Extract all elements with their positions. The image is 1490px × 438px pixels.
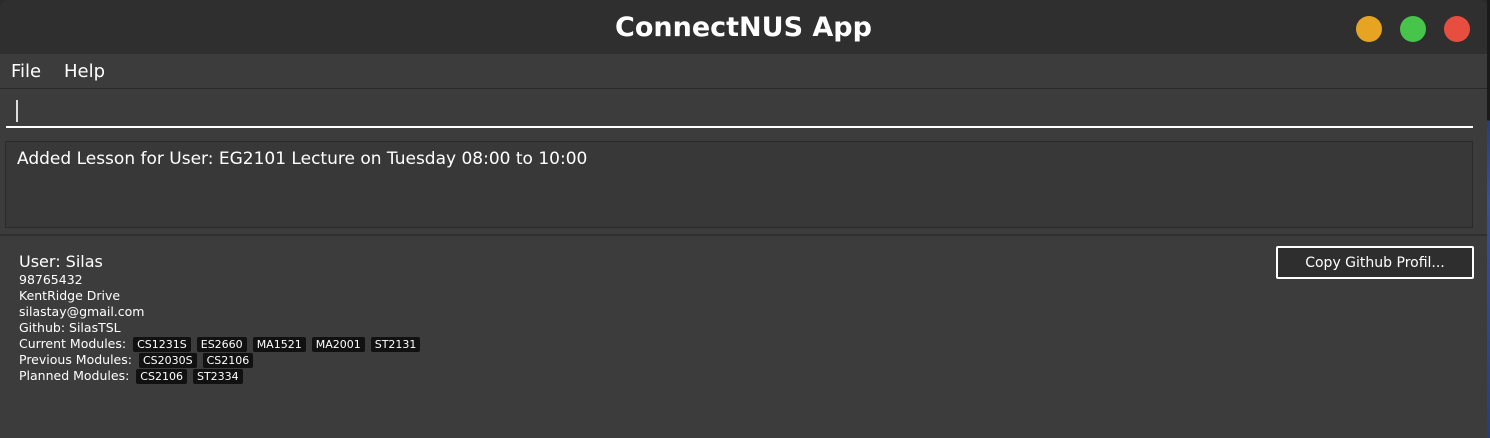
user-address: KentRidge Drive <box>19 288 121 303</box>
user-email: silastay@gmail.com <box>19 304 145 319</box>
menu-help[interactable]: Help <box>64 61 105 82</box>
user-profile-panel: User: Silas 98765432 KentRidge Drive sil… <box>0 236 1487 438</box>
title-bar[interactable]: ConnectNUS App <box>0 0 1487 54</box>
maximize-icon[interactable] <box>1400 16 1426 42</box>
previous-modules-row: Previous Modules: CS2030S CS2106 <box>19 352 259 368</box>
module-tag: ST2131 <box>370 337 421 352</box>
planned-modules-row: Planned Modules: CS2106 ST2334 <box>19 368 249 384</box>
module-tag: CS2106 <box>136 369 187 384</box>
module-tag: MA2001 <box>311 337 365 352</box>
current-modules-tags: CS1231S ES2660 MA1521 MA2001 ST2131 <box>133 336 426 352</box>
minimize-icon[interactable] <box>1356 16 1382 42</box>
app-window: ConnectNUS App File Help Added Lesson fo… <box>0 0 1487 438</box>
command-input[interactable] <box>6 90 1473 128</box>
user-name: User: Silas <box>19 252 103 271</box>
window-title: ConnectNUS App <box>615 12 872 43</box>
previous-modules-tags: CS2030S CS2106 <box>138 352 259 368</box>
copy-github-profile-button[interactable]: Copy Github Profil... <box>1276 246 1474 279</box>
current-modules-row: Current Modules: CS1231S ES2660 MA1521 MA200… <box>19 336 426 352</box>
user-github: Github: SilasTSL <box>19 320 121 335</box>
module-tag: CS2030S <box>138 353 197 368</box>
text-cursor <box>16 100 18 122</box>
menu-file[interactable]: File <box>11 61 41 82</box>
close-icon[interactable] <box>1444 16 1470 42</box>
previous-modules-label: Previous Modules: <box>19 352 132 367</box>
module-tag: CS1231S <box>133 337 191 352</box>
planned-modules-label: Planned Modules: <box>19 368 130 383</box>
module-tag: ES2660 <box>196 337 247 352</box>
planned-modules-tags: CS2106 ST2334 <box>136 368 248 384</box>
module-tag: MA1521 <box>252 337 306 352</box>
command-box <box>0 89 1487 132</box>
menu-bar: File Help <box>0 54 1487 89</box>
module-tag: ST2334 <box>192 369 243 384</box>
user-phone: 98765432 <box>19 272 83 287</box>
result-display[interactable]: Added Lesson for User: EG2101 Lecture on… <box>5 141 1473 228</box>
result-message: Added Lesson for User: EG2101 Lecture on… <box>17 149 588 169</box>
module-tag: CS2106 <box>202 353 254 368</box>
current-modules-label: Current Modules: <box>19 336 127 351</box>
